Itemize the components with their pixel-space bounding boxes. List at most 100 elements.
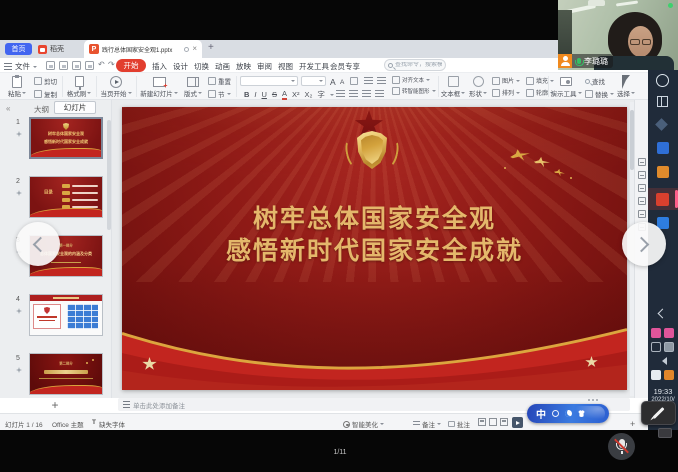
file-menu[interactable]: 文件 — [4, 61, 37, 72]
comments-toggle[interactable]: 批注 — [448, 419, 470, 429]
superscript-button[interactable]: X² — [292, 90, 300, 99]
meeting-mic-muted-button[interactable] — [608, 433, 635, 460]
slide-anim-icon-1[interactable] — [16, 131, 22, 137]
print-button[interactable] — [59, 61, 68, 70]
char-spacing-button[interactable]: 字 — [317, 89, 325, 100]
slide-canvas[interactable]: 树牢总体国家安全观 感悟新时代国家安全成就 — [122, 107, 627, 390]
picture-button[interactable]: 图片 — [492, 76, 520, 85]
menu-tab-review[interactable]: 审阅 — [257, 61, 272, 72]
new-tab-button[interactable]: + — [208, 42, 214, 53]
normal-view-icon[interactable] — [478, 418, 486, 426]
slideshow-play-button[interactable] — [512, 417, 523, 428]
menu-tab-design[interactable]: 设计 — [173, 61, 188, 72]
next-slide-nav-button[interactable] — [622, 222, 666, 266]
missing-font-label[interactable]: 缺失字体 — [99, 419, 125, 429]
input-method-toolbar[interactable]: 中 — [527, 404, 609, 423]
new-slide-button[interactable]: 新建幻灯片 — [139, 75, 179, 98]
to-smartart-button[interactable]: 转智能图形 — [392, 87, 436, 95]
annotation-tool-handle[interactable] — [658, 428, 672, 438]
preview-button[interactable] — [72, 61, 81, 70]
justify-icon[interactable] — [375, 90, 384, 97]
command-search-input[interactable] — [395, 62, 442, 68]
menu-tab-devtools[interactable]: 开发工具 — [299, 61, 329, 72]
slide-thumbnail-4[interactable] — [29, 294, 103, 336]
format-painter-button[interactable]: 格式刷 — [65, 75, 93, 98]
layout-button[interactable]: 版式 — [181, 75, 205, 98]
font-size-combo[interactable] — [301, 76, 326, 86]
italic-button[interactable]: I — [254, 90, 256, 99]
slide-thumbnail-5[interactable]: 第二部分 — [29, 353, 103, 395]
collapse-panel-icon[interactable]: « — [6, 104, 10, 113]
ime-skin-icon[interactable] — [578, 410, 585, 417]
wps-app-icon-active[interactable] — [656, 193, 669, 206]
font-color-button[interactable]: A — [282, 89, 287, 100]
shape-button[interactable]: 形状 — [468, 75, 488, 98]
tab-slides[interactable]: 幻灯片 — [54, 101, 96, 114]
menu-tab-transition[interactable]: 切换 — [194, 61, 209, 72]
prev-slide-nav-button[interactable] — [16, 222, 60, 266]
underline-button[interactable]: U — [262, 90, 267, 99]
menu-tab-home[interactable]: 开始 — [116, 59, 146, 72]
slide-title-line1[interactable]: 树牢总体国家安全观 — [122, 199, 627, 235]
tab-outline[interactable]: 大纲 — [34, 104, 49, 115]
slide-title-line2[interactable]: 感悟新时代国家安全成就 — [122, 231, 627, 267]
menu-tab-slideshow[interactable]: 放映 — [236, 61, 251, 72]
align-center-icon[interactable] — [349, 90, 358, 97]
undo-icon[interactable]: ↶ — [98, 60, 105, 69]
text-box-button[interactable]: 文本框 — [441, 75, 465, 98]
pinned-app-icon-1[interactable] — [655, 118, 668, 131]
arrange-button[interactable]: 排列 — [492, 88, 520, 97]
panel-scrollbar[interactable] — [107, 120, 111, 230]
ime-moon-icon[interactable] — [565, 410, 572, 417]
ime-mode-label[interactable]: 中 — [536, 406, 546, 421]
chart-tool-icon[interactable] — [638, 197, 646, 205]
menu-tab-animation[interactable]: 动画 — [215, 61, 230, 72]
bold-button[interactable]: B — [244, 90, 249, 99]
reset-button[interactable]: 重置 — [208, 76, 231, 86]
document-tab[interactable]: P 践行总体国家安全观1.pptx × — [84, 40, 202, 58]
tray-icon-1[interactable] — [651, 328, 661, 338]
clear-format-icon[interactable] — [350, 77, 358, 85]
save-button[interactable] — [46, 61, 55, 70]
zoom-in-button[interactable]: + — [630, 419, 635, 429]
font-family-combo[interactable] — [240, 76, 298, 86]
align-text-button[interactable]: 对齐文本 — [392, 76, 436, 84]
close-tab-icon[interactable]: × — [192, 45, 197, 53]
subscript-button[interactable]: X₂ — [304, 90, 312, 99]
toolbar-drag-dots[interactable] — [588, 399, 590, 401]
fill-button[interactable]: 填充 — [526, 76, 554, 85]
notes-toggle[interactable]: 备注 — [413, 419, 441, 429]
volume-icon[interactable] — [658, 357, 667, 365]
docer-tab[interactable]: 稻壳 — [38, 43, 64, 55]
align-left-icon[interactable] — [336, 90, 345, 97]
strikethrough-button[interactable]: S — [272, 90, 277, 99]
slide-thumbnail-1[interactable]: 树牢总体国家安全观 感悟新时代国家安全成就 — [29, 117, 103, 159]
select-button[interactable]: 选择 — [616, 75, 636, 98]
task-view-icon[interactable] — [657, 96, 668, 107]
command-search[interactable] — [384, 59, 446, 71]
tray-icon-6[interactable] — [664, 370, 674, 380]
add-slide-button[interactable]: + — [44, 398, 66, 412]
pinned-app-icon-3[interactable] — [657, 166, 669, 178]
export-button[interactable] — [85, 61, 94, 70]
redo-icon[interactable]: ↷ — [108, 60, 115, 69]
bullet-list-icon[interactable] — [364, 77, 373, 84]
section-button[interactable]: 节 — [208, 89, 231, 99]
style-tool-icon[interactable] — [638, 158, 646, 166]
sorter-view-icon[interactable] — [489, 418, 497, 426]
clock-time[interactable]: 19:33 — [648, 387, 678, 396]
tray-icon-2[interactable] — [664, 328, 674, 338]
menu-tab-insert[interactable]: 插入 — [152, 61, 167, 72]
tray-icon-3[interactable] — [651, 342, 661, 352]
theme-name[interactable]: Office 主题 — [52, 419, 84, 429]
tray-icon-4[interactable] — [664, 342, 674, 352]
play-from-current-button[interactable]: 当页开始 — [99, 75, 133, 98]
copy-button[interactable]: 复制 — [34, 89, 57, 99]
tray-expand-icon[interactable] — [658, 309, 668, 319]
slide-anim-icon-4[interactable] — [16, 308, 22, 314]
slide-anim-icon-2[interactable] — [16, 190, 22, 196]
paste-button[interactable]: 粘贴 — [4, 75, 30, 98]
tray-icon-5[interactable] — [651, 370, 661, 380]
replace-button[interactable]: 替换 — [585, 89, 614, 99]
align-right-icon[interactable] — [362, 90, 371, 97]
